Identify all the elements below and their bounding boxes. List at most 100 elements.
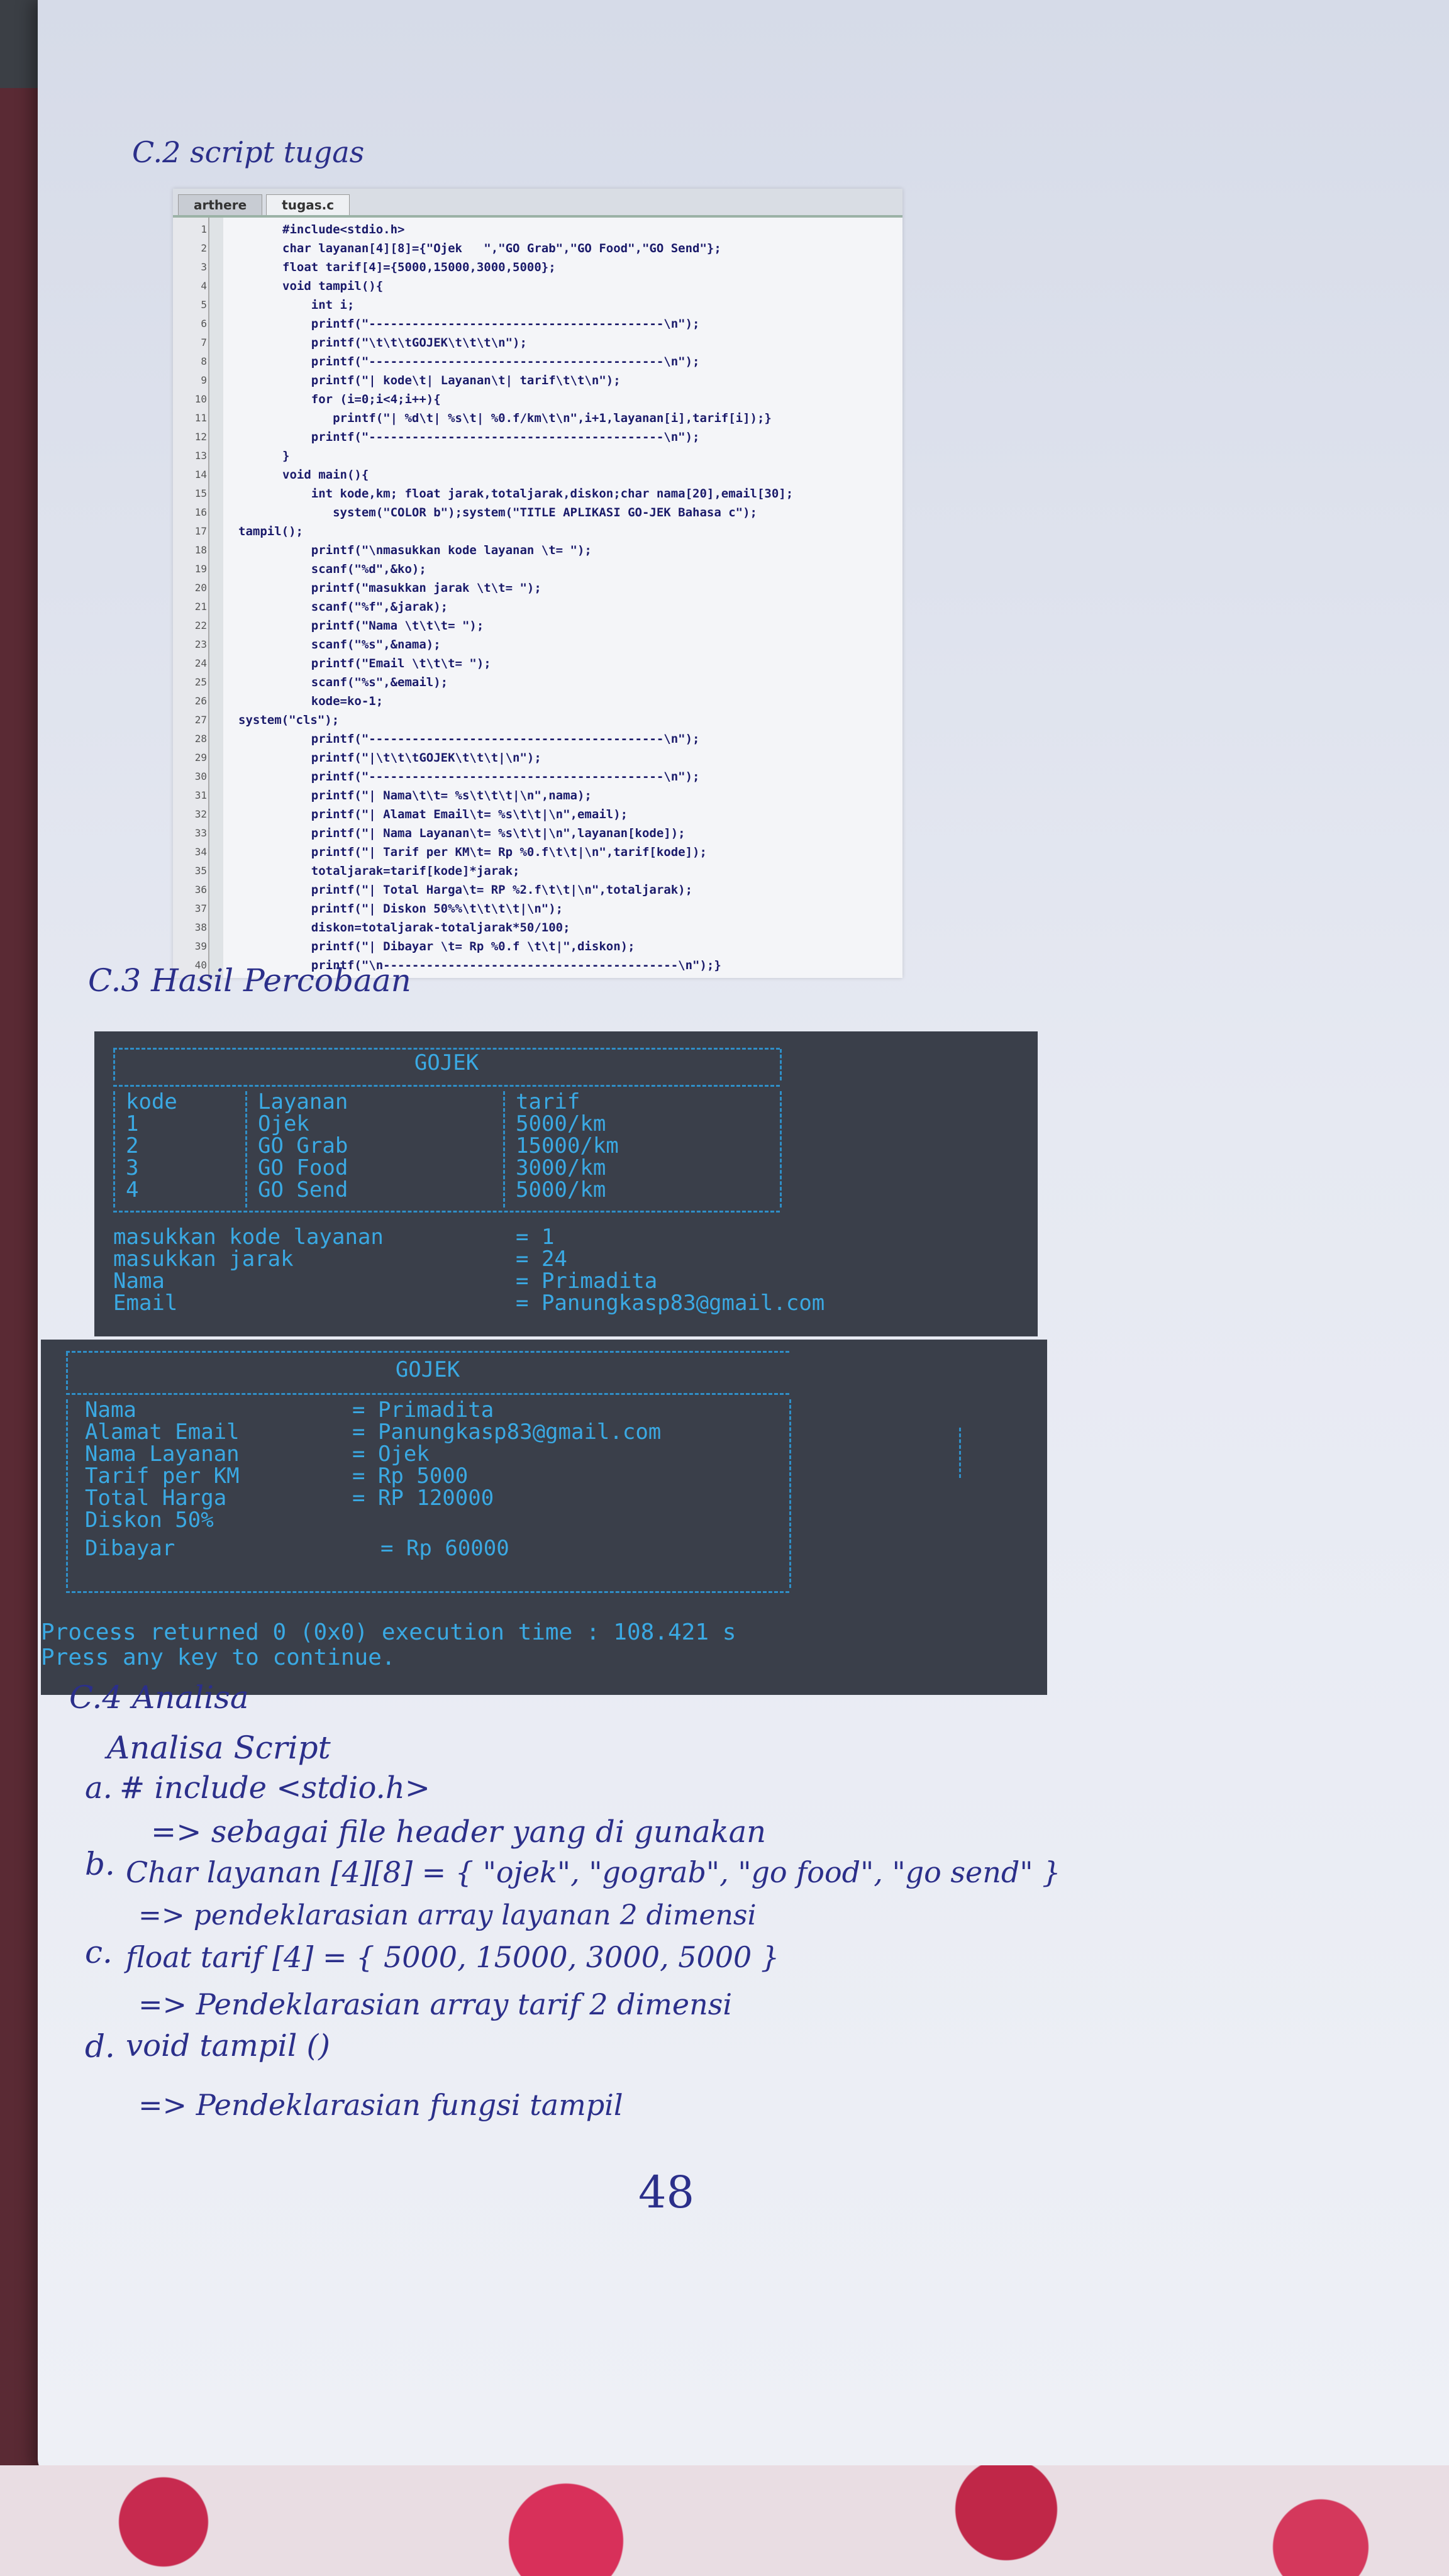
code-text: printf("Nama \t\t\t= "); xyxy=(282,619,484,633)
line-number: 16 xyxy=(194,506,207,518)
code-text: void main(){ xyxy=(282,468,369,482)
code-line: 26 kode=ko-1; xyxy=(178,692,902,711)
row-tarif: 3000/km xyxy=(516,1155,606,1180)
line-number: 24 xyxy=(194,657,207,669)
row-layanan: Ojek xyxy=(258,1111,309,1136)
line-number: 3 xyxy=(201,261,207,273)
code-text: system("cls"); xyxy=(238,713,340,727)
analysis-item-label: a. xyxy=(85,1770,113,1806)
code-text: } xyxy=(282,449,290,463)
section-c3-title: C.3 Hasil Percobaan xyxy=(88,962,411,999)
receipt-value: = Rp 60000 xyxy=(380,1536,509,1561)
frame-right xyxy=(789,1399,791,1588)
code-text: printf("| Tarif per KM\t= Rp %0.f\t\t|\n… xyxy=(282,845,707,859)
row-layanan: GO Food xyxy=(258,1155,348,1180)
row-kode: 4 xyxy=(126,1177,139,1202)
analysis-item-code: # include <stdio.h> xyxy=(119,1770,430,1806)
code-text: printf("|\t\t\tGOJEK\t\t\t|\n"); xyxy=(282,751,541,765)
code-text: printf("\t\t\tGOJEK\t\t\t\n"); xyxy=(282,336,527,350)
line-number: 35 xyxy=(194,865,207,877)
input-label: Email xyxy=(113,1291,178,1316)
receipt-label: Nama Layanan xyxy=(85,1441,240,1467)
editor-tab-tugas-c[interactable]: tugas.c xyxy=(266,194,350,215)
code-text: printf("--------------------------------… xyxy=(282,355,700,369)
divider xyxy=(66,1591,789,1593)
line-number: 32 xyxy=(194,808,207,820)
notebook-page: C.2 script tugas arthere tugas.c 1 #inclu… xyxy=(38,0,1449,2478)
code-line: 24 printf("Email \t\t\t= "); xyxy=(178,654,902,673)
line-number: 4 xyxy=(201,280,207,292)
receipt-label: Diskon 50% xyxy=(85,1507,214,1533)
code-text: scanf("%s",&email); xyxy=(282,675,448,689)
line-number: 2 xyxy=(201,242,207,254)
terminal-title: GOJEK xyxy=(395,1357,460,1382)
line-number: 30 xyxy=(194,770,207,782)
code-text: float tarif[4]={5000,15000,3000,5000}; xyxy=(282,260,556,274)
line-number: 20 xyxy=(194,582,207,594)
code-line: 1 #include<stdio.h> xyxy=(178,220,902,239)
column-separator xyxy=(503,1091,505,1208)
code-line: 7 printf("\t\t\tGOJEK\t\t\t\n"); xyxy=(178,333,902,352)
column-separator xyxy=(245,1091,247,1208)
background-fabric xyxy=(0,2465,1449,2576)
page-number: 48 xyxy=(638,2167,695,2218)
terminal-output-receipt: GOJEK Nama = Primadita Alamat Email = Pa… xyxy=(41,1340,1047,1695)
code-line: 36 printf("| Total Harga\t= RP %2.f\t\t|… xyxy=(178,880,902,899)
receipt-value: = Rp 5000 xyxy=(352,1463,469,1489)
code-line: 34 printf("| Tarif per KM\t= Rp %0.f\t\t… xyxy=(178,843,902,862)
input-value: = Panungkasp83@gmail.com xyxy=(516,1291,825,1316)
receipt-value: = Panungkasp83@gmail.com xyxy=(352,1419,662,1445)
row-kode: 2 xyxy=(126,1133,139,1158)
row-layanan: GO Send xyxy=(258,1177,348,1202)
code-text: printf("| Nama Layanan\t= %s\t\t|\n",lay… xyxy=(282,826,686,840)
code-line: 3 float tarif[4]={5000,15000,3000,5000}; xyxy=(178,258,902,277)
code-line: 13} xyxy=(178,447,902,465)
input-value: = 1 xyxy=(516,1224,555,1250)
code-text: printf("| Alamat Email\t= %s\t\t|\n",ema… xyxy=(282,808,628,821)
receipt-label: Tarif per KM xyxy=(85,1463,240,1489)
code-text: printf("--------------------------------… xyxy=(282,732,700,746)
receipt-label: Nama xyxy=(85,1397,136,1423)
code-text: system("COLOR b");system("TITLE APLIKASI… xyxy=(282,506,757,519)
row-kode: 1 xyxy=(126,1111,139,1136)
input-label: Nama xyxy=(113,1269,165,1294)
input-value: = 24 xyxy=(516,1246,567,1272)
code-line: 19 scanf("%d",&ko); xyxy=(178,560,902,579)
code-text: printf("| kode\t| Layanan\t| tarif\t\t\n… xyxy=(282,374,621,387)
code-line: 31 printf("| Nama\t\t= %s\t\t\t|\n",nama… xyxy=(178,786,902,805)
code-line: 21 scanf("%f",&jarak); xyxy=(178,597,902,616)
code-line: 33 printf("| Nama Layanan\t= %s\t\t|\n",… xyxy=(178,824,902,843)
code-line: 27 system("cls"); xyxy=(178,711,902,730)
column-header-kode: kode xyxy=(126,1089,177,1114)
code-line: 30 printf("-----------------------------… xyxy=(178,767,902,786)
frame-left xyxy=(66,1352,68,1390)
line-number: 9 xyxy=(201,374,207,386)
line-number: 10 xyxy=(194,393,207,405)
code-text: printf("Email \t\t\t= "); xyxy=(282,657,491,670)
line-number: 26 xyxy=(194,695,207,707)
analysis-item-note: => sebagai file header yang di gunakan xyxy=(151,1814,767,1850)
row-tarif: 5000/km xyxy=(516,1111,606,1136)
code-line: 17 tampil(); xyxy=(178,522,902,541)
line-number: 21 xyxy=(194,601,207,613)
code-text: totaljarak=tarif[kode]*jarak; xyxy=(282,864,520,878)
editor-tab-arthere[interactable]: arthere xyxy=(178,194,263,215)
receipt-label: Total Harga xyxy=(85,1485,227,1511)
code-text: printf("--------------------------------… xyxy=(282,430,700,444)
column-separator xyxy=(113,1091,115,1208)
code-text: printf("--------------------------------… xyxy=(282,770,700,784)
code-line: 10 for (i=0;i<4;i++){ xyxy=(178,390,902,409)
code-line: 25 scanf("%s",&email); xyxy=(178,673,902,692)
divider xyxy=(113,1085,780,1087)
analysis-item-note: => Pendeklarasian fungsi tampil xyxy=(138,2088,623,2122)
analysis-item-note: => Pendeklarasian array tarif 2 dimensi xyxy=(138,1987,733,2021)
code-text: printf("| %d\t| %s\t| %0.f/km\t\n",i+1,l… xyxy=(282,411,772,425)
line-number: 7 xyxy=(201,336,207,348)
code-line: 22 printf("Nama \t\t\t= "); xyxy=(178,616,902,635)
receipt-label: Dibayar xyxy=(85,1536,175,1561)
code-line: 18 printf("\nmasukkan kode layanan \t= "… xyxy=(178,541,902,560)
code-text: #include<stdio.h> xyxy=(282,223,405,236)
line-number: 28 xyxy=(194,733,207,745)
line-number: 14 xyxy=(194,469,207,480)
line-number: 34 xyxy=(194,846,207,858)
